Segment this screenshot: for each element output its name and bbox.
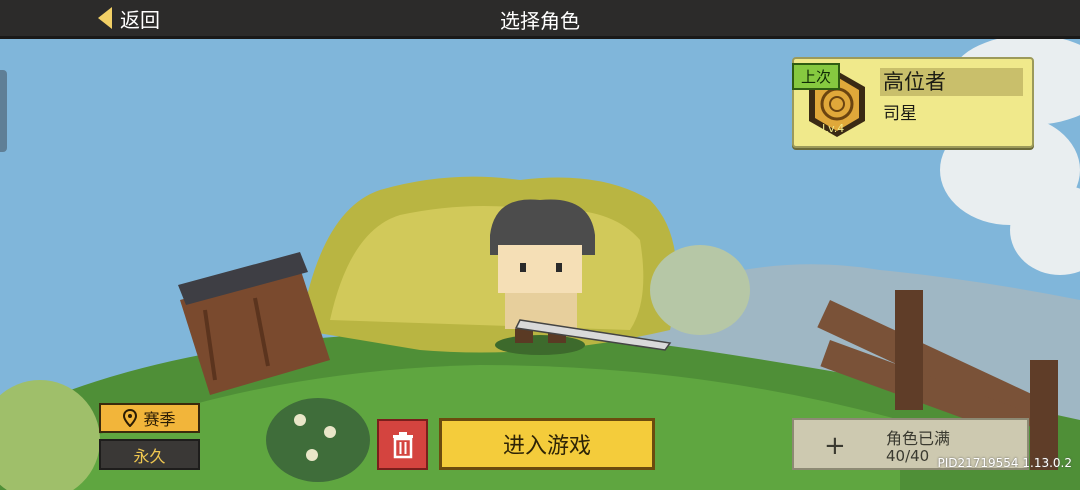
page-title: 选择角色 (500, 9, 580, 33)
character-name: 高位者 (880, 68, 1023, 96)
last-character-card[interactable]: 上次 Lv.4 高位者 司星 (792, 57, 1034, 148)
slots-full-label: 角色已满 (886, 429, 951, 448)
character-class: 司星 (883, 104, 917, 124)
side-drawer-handle[interactable] (0, 70, 7, 152)
enter-game-button[interactable]: 进入游戏 (439, 418, 655, 470)
top-bar: 返回 选择角色 (0, 0, 1080, 39)
season-mode-permanent[interactable]: 永久 (99, 439, 200, 470)
character-level: Lv.4 (822, 122, 845, 135)
delete-character-button[interactable] (377, 419, 428, 470)
slots-count: 40/40 (886, 447, 930, 465)
season-button[interactable]: 赛季 (99, 403, 200, 433)
plus-icon: + (824, 431, 846, 461)
location-pin-icon (123, 409, 138, 427)
trash-icon (392, 431, 413, 458)
build-id-text: PID21719554 1.13.0.2 (937, 456, 1072, 470)
last-used-badge: 上次 (792, 63, 841, 90)
season-label: 赛季 (143, 410, 176, 429)
